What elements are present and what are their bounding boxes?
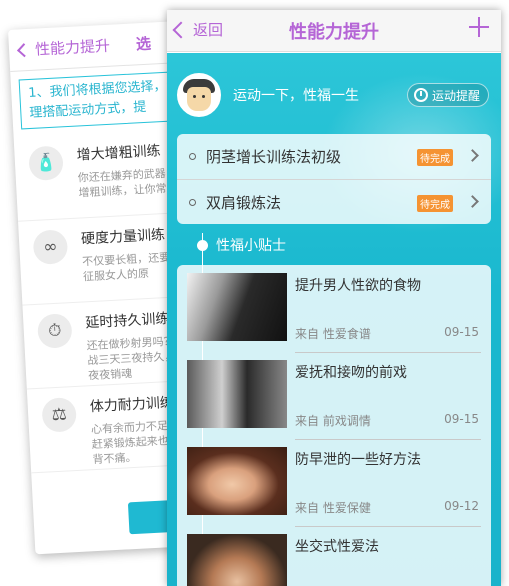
tip-date: 09-12: [444, 499, 479, 513]
dumbbell-icon: ⚖: [41, 396, 78, 433]
tip-thumbnail: [187, 447, 287, 515]
avatar[interactable]: [177, 73, 221, 117]
tip-source: 来自 前戏调情: [295, 414, 371, 428]
alarm-clock-icon: [413, 88, 428, 102]
plan-item[interactable]: 阴茎增长训练法初级 待完成: [177, 134, 491, 179]
chevron-right-icon: [466, 149, 479, 162]
tips-heading: 性福小贴士: [197, 235, 286, 255]
reminder-label: 运动提醒: [431, 88, 480, 103]
chevron-right-icon: [466, 195, 479, 208]
bullet-icon: [189, 153, 196, 160]
training-plan-list: 阴茎增长训练法初级 待完成 双肩锻炼法 待完成: [177, 134, 491, 224]
tip-title: 提升男人性欲的食物: [295, 278, 421, 294]
plan-item[interactable]: 双肩锻炼法 待完成: [177, 179, 491, 224]
grip-icon: ∞: [32, 229, 69, 265]
nav-bar: 返回 性能力提升: [167, 10, 501, 52]
bullet-icon: [189, 198, 196, 206]
status-badge: 待完成: [417, 195, 453, 212]
tip-source: 来自 性爱保健: [295, 501, 371, 515]
tip-source: 来自 性爱食谱: [295, 327, 371, 341]
tip-title: 防早泄的一些好方法: [295, 452, 421, 468]
status-badge: 待完成: [417, 149, 453, 166]
plus-icon[interactable]: [467, 15, 491, 39]
page-title: 性能力提升: [289, 22, 379, 43]
tip-date: 09-15: [444, 325, 479, 339]
tip-thumbnail: [187, 273, 287, 341]
tip-title: 爱抚和接吻的前戏: [295, 365, 407, 381]
tip-item[interactable]: 提升男人性欲的食物 来自 性爱食谱 09-15: [177, 265, 491, 352]
tip-item[interactable]: 防早泄的一些好方法 来自 性爱保健 09-12: [177, 439, 491, 526]
tip-thumbnail: [187, 534, 287, 586]
timeline-node-icon: [197, 239, 208, 251]
bottle-icon: 🧴: [28, 145, 64, 182]
tip-item[interactable]: 坐交式性爱法: [177, 526, 491, 586]
exercise-reminder-button[interactable]: 运动提醒: [406, 83, 489, 107]
slogan: 运动一下，性福一生: [233, 88, 359, 104]
content-area: 运动一下，性福一生 运动提醒 阴茎增长训练法初级 待完成 双肩锻炼法 待完成 性: [167, 53, 501, 586]
tip-title: 坐交式性爱法: [295, 539, 379, 555]
chevron-left-icon[interactable]: [16, 42, 32, 57]
back-screen-select-label: 选: [135, 34, 152, 54]
tip-item[interactable]: 爱抚和接吻的前戏 来自 前戏调情 09-15: [177, 352, 491, 439]
plan-name: 阴茎增长训练法初级: [206, 148, 342, 166]
stopwatch-icon: ⏱: [36, 313, 73, 349]
tip-thumbnail: [187, 360, 287, 428]
user-profile: 运动一下，性福一生: [177, 73, 359, 117]
tip-date: 09-15: [444, 412, 479, 426]
tips-list: 提升男人性欲的食物 来自 性爱食谱 09-15 爱抚和接吻的前戏 来自 前戏调情…: [177, 265, 491, 586]
plan-name: 双肩锻炼法: [206, 193, 282, 212]
back-screen-title[interactable]: 性能力提升: [34, 35, 111, 60]
front-screen: 返回 性能力提升 运动一下，性福一生 运动提醒 阴茎增长训练法初级 待完成 双肩…: [167, 10, 501, 586]
tips-label: 性福小贴士: [216, 238, 286, 254]
